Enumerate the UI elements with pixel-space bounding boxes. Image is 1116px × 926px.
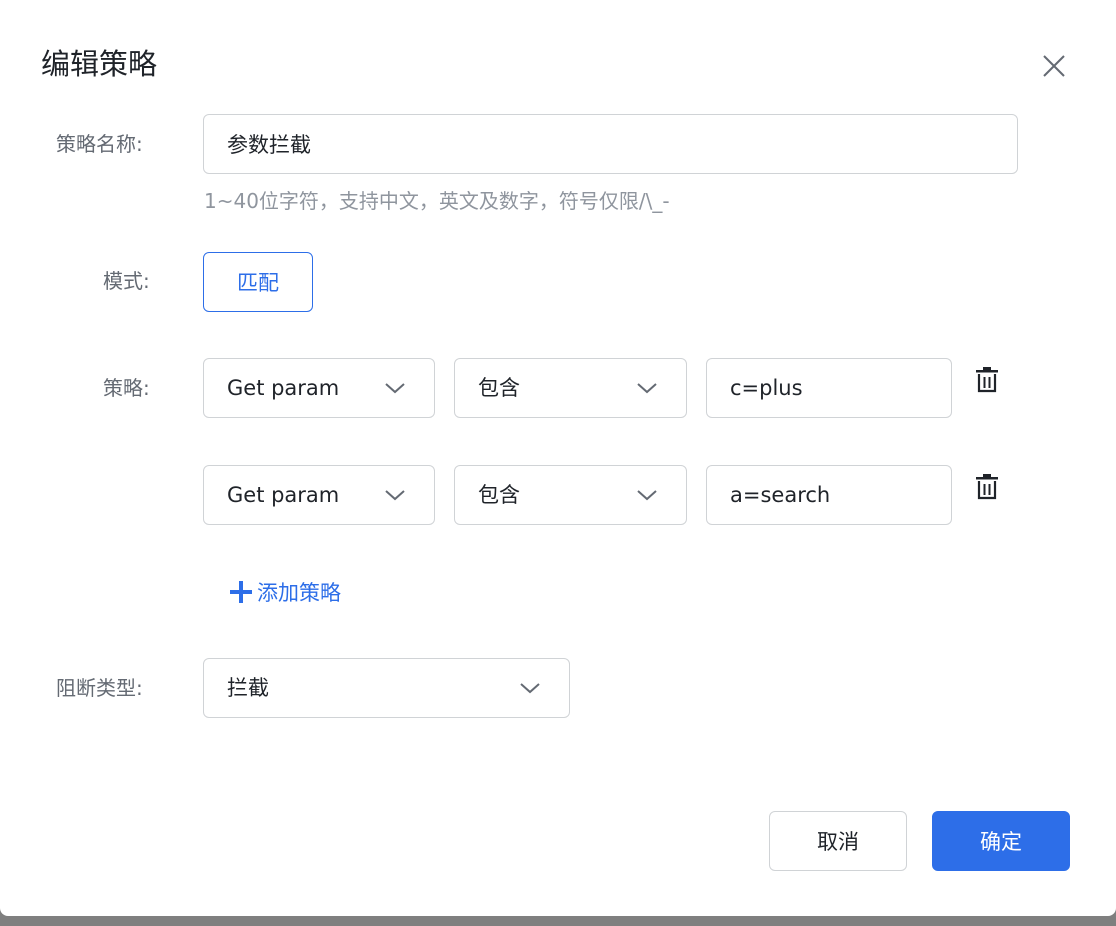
rule-1-field-value: Get param [227, 376, 340, 400]
rule-2-field-select[interactable]: Get param [203, 465, 435, 525]
chevron-down-icon [385, 490, 405, 501]
rule-2-value-input[interactable] [706, 465, 952, 525]
close-icon [1043, 55, 1065, 77]
chevron-down-icon [520, 683, 540, 694]
rule-1-field-select[interactable]: Get param [203, 358, 435, 418]
chevron-down-icon [637, 383, 657, 394]
rule-1-operator-select[interactable]: 包含 [454, 358, 687, 418]
trash-icon [976, 367, 998, 393]
policy-name-label: 策略名称: [56, 132, 143, 156]
add-policy-button[interactable]: 添加策略 [229, 577, 341, 607]
rule-2-field-value: Get param [227, 483, 340, 507]
mode-match-button[interactable]: 匹配 [203, 252, 313, 312]
policy-name-hint: 1~40位字符，支持中文，英文及数字，符号仅限/\_- [204, 189, 670, 213]
rule-2-operator-value: 包含 [478, 483, 520, 507]
rule-1-value-input[interactable] [706, 358, 952, 418]
rule-2-operator-select[interactable]: 包含 [454, 465, 687, 525]
chevron-down-icon [637, 490, 657, 501]
chevron-down-icon [385, 383, 405, 394]
policy-name-input[interactable] [203, 114, 1018, 174]
block-type-label: 阻断类型: [56, 676, 143, 700]
trash-icon [976, 474, 998, 500]
plus-icon [230, 581, 252, 603]
confirm-button[interactable]: 确定 [932, 811, 1070, 871]
rule-2-delete-button[interactable] [975, 473, 999, 501]
close-button[interactable] [1040, 52, 1068, 80]
cancel-button[interactable]: 取消 [769, 811, 907, 871]
add-policy-label: 添加策略 [257, 581, 341, 605]
rule-1-delete-button[interactable] [975, 366, 999, 394]
edit-policy-dialog: 编辑策略 策略名称: 1~40位字符，支持中文，英文及数字，符号仅限/\_- 模… [0, 0, 1116, 916]
dialog-title: 编辑策略 [41, 47, 158, 81]
policy-rules-label: 策略: [103, 376, 150, 400]
mode-label: 模式: [103, 269, 150, 293]
block-type-select[interactable]: 拦截 [203, 658, 570, 718]
block-type-value: 拦截 [227, 676, 269, 700]
rule-1-operator-value: 包含 [478, 376, 520, 400]
